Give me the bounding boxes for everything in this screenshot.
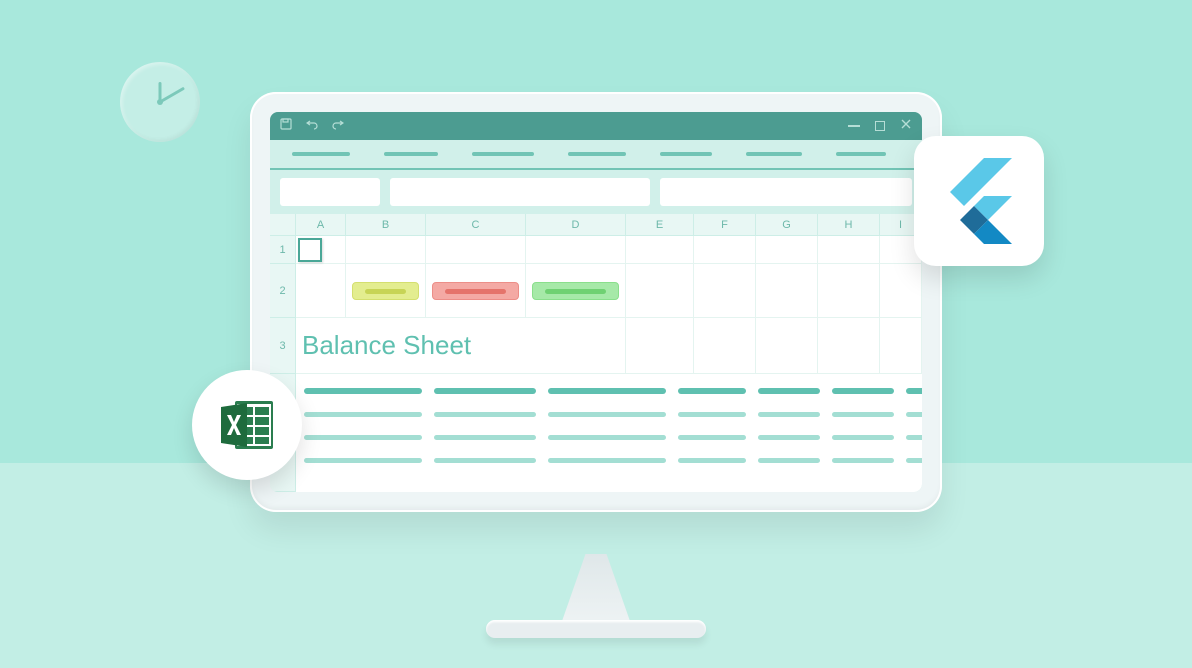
wall-clock-icon (120, 62, 200, 142)
maximize-button[interactable] (874, 120, 886, 132)
undo-icon[interactable] (306, 117, 318, 135)
monitor-base (486, 620, 706, 638)
ribbon-tabs (270, 140, 922, 170)
col-header[interactable]: D (526, 214, 626, 235)
row-header[interactable]: 1 (270, 236, 295, 264)
ribbon-group[interactable] (390, 178, 650, 206)
ribbon-tab[interactable] (660, 152, 712, 156)
row-header[interactable]: 3 (270, 318, 295, 374)
active-cell-selection[interactable] (298, 238, 322, 262)
ribbon-tab[interactable] (292, 152, 350, 156)
tag-pill[interactable] (352, 282, 419, 300)
app-window: A B C D E F G H I 1 2 3 (270, 112, 922, 492)
monitor: A B C D E F G H I 1 2 3 (250, 92, 942, 512)
col-header[interactable]: C (426, 214, 526, 235)
col-header[interactable]: A (296, 214, 346, 235)
ribbon-group[interactable] (280, 178, 380, 206)
tag-pill[interactable] (532, 282, 619, 300)
excel-icon (192, 370, 302, 480)
ribbon-tab[interactable] (746, 152, 802, 156)
data-area (296, 374, 922, 492)
col-header[interactable]: F (694, 214, 756, 235)
col-header[interactable]: B (346, 214, 426, 235)
tag-pill[interactable] (432, 282, 519, 300)
ribbon-tab[interactable] (384, 152, 438, 156)
redo-icon[interactable] (332, 117, 344, 135)
col-header[interactable]: E (626, 214, 694, 235)
ribbon-tab[interactable] (472, 152, 534, 156)
col-header[interactable]: H (818, 214, 880, 235)
row-header[interactable]: 2 (270, 264, 295, 318)
select-all-corner[interactable] (270, 214, 296, 236)
ribbon-group[interactable] (660, 178, 912, 206)
ribbon-tab[interactable] (836, 152, 886, 156)
titlebar (270, 112, 922, 140)
col-header[interactable]: G (756, 214, 818, 235)
sheet-title: Balance Sheet (296, 318, 626, 374)
flutter-icon (914, 136, 1044, 266)
spreadsheet-grid[interactable]: A B C D E F G H I 1 2 3 (270, 214, 922, 492)
save-icon[interactable] (280, 117, 292, 135)
column-headers: A B C D E F G H I (296, 214, 922, 236)
ribbon-content (270, 170, 922, 214)
minimize-button[interactable] (848, 120, 860, 132)
cells[interactable]: Balance Sheet (296, 236, 922, 492)
close-button[interactable] (900, 117, 912, 135)
ribbon-tab[interactable] (568, 152, 626, 156)
